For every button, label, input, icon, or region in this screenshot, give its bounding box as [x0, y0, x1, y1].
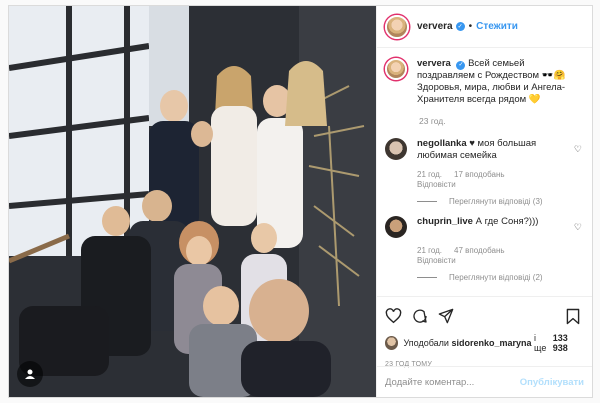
caption-username[interactable]: ververa: [417, 58, 451, 69]
comment-item: chuprin_live А где Соня?))) ♡: [385, 216, 584, 238]
view-replies-label[interactable]: Переглянути відповіді (2): [449, 273, 543, 282]
commenter-username[interactable]: chuprin_live: [417, 216, 473, 227]
comment-meta: 21 год. 47 вподобань: [417, 246, 584, 255]
publish-button[interactable]: Опублікувати: [520, 377, 584, 388]
follow-button[interactable]: Стежити: [476, 21, 518, 32]
post-photo[interactable]: [9, 6, 376, 397]
liker-avatar[interactable]: [385, 336, 399, 350]
post-actions: Уподобали sidorenko_maryna і ще 133 938 …: [377, 296, 592, 368]
family-photo-illustration: [9, 6, 376, 397]
comment-likes[interactable]: 17 вподобань: [454, 170, 505, 179]
caption-time: 23 год.: [419, 116, 446, 126]
comment-like-icon[interactable]: ♡: [574, 144, 582, 155]
verified-icon: ✓: [456, 60, 466, 70]
verified-icon: ✓: [455, 22, 465, 31]
likes-summary: Уподобали sidorenko_maryna і ще 133 938: [385, 333, 584, 353]
caption-avatar[interactable]: [385, 58, 407, 80]
comment-time: 21 год.: [417, 170, 443, 179]
separator-dot: •: [468, 21, 473, 32]
comment-likes[interactable]: 47 вподобань: [454, 246, 505, 255]
view-replies-label[interactable]: Переглянути відповіді (3): [449, 197, 543, 206]
view-replies[interactable]: Переглянути відповіді (2): [417, 273, 584, 282]
comment-meta: 21 год. 17 вподобань: [417, 170, 584, 179]
share-icon[interactable]: [438, 308, 454, 324]
comment-icon[interactable]: [412, 308, 428, 324]
likes-middle: і ще: [534, 333, 547, 353]
likes-prefix: Уподобали: [403, 338, 449, 348]
comment-time: 21 год.: [417, 246, 443, 255]
caption: ververa ✓ Всей семьей поздравляем с Рожд…: [385, 58, 584, 106]
bookmark-icon[interactable]: [566, 308, 580, 325]
likes-count[interactable]: 133 938: [553, 333, 584, 353]
reply-button[interactable]: Відповісти: [417, 256, 456, 265]
post-sidebar: ververa ✓ • Стежити ververa ✓ Всей семье…: [376, 6, 592, 397]
comment-text: А где Соня?))): [475, 216, 539, 227]
add-comment-bar: Опублікувати: [377, 366, 592, 397]
author-avatar[interactable]: [385, 14, 409, 39]
comment-input[interactable]: [385, 376, 520, 388]
comment-like-icon[interactable]: ♡: [574, 222, 582, 233]
commenter-avatar[interactable]: [385, 216, 407, 238]
reply-button[interactable]: Відповісти: [417, 180, 456, 189]
commenter-username[interactable]: negollanka: [417, 138, 467, 149]
liker-username[interactable]: sidorenko_maryna: [451, 338, 531, 348]
person-tag-icon[interactable]: [17, 361, 43, 387]
commenter-avatar[interactable]: [385, 138, 407, 160]
instagram-post: ververa ✓ • Стежити ververa ✓ Всей семье…: [8, 5, 593, 398]
heart-icon[interactable]: [385, 308, 402, 324]
post-header: ververa ✓ • Стежити: [377, 6, 592, 48]
view-replies[interactable]: Переглянути відповіді (3): [417, 197, 584, 206]
author-username[interactable]: ververa: [417, 21, 453, 32]
comment-item: negollanka ♥ моя большая любимая семейка…: [385, 138, 584, 162]
comments-section: ververa ✓ Всей семьей поздравляем с Рожд…: [377, 48, 592, 296]
